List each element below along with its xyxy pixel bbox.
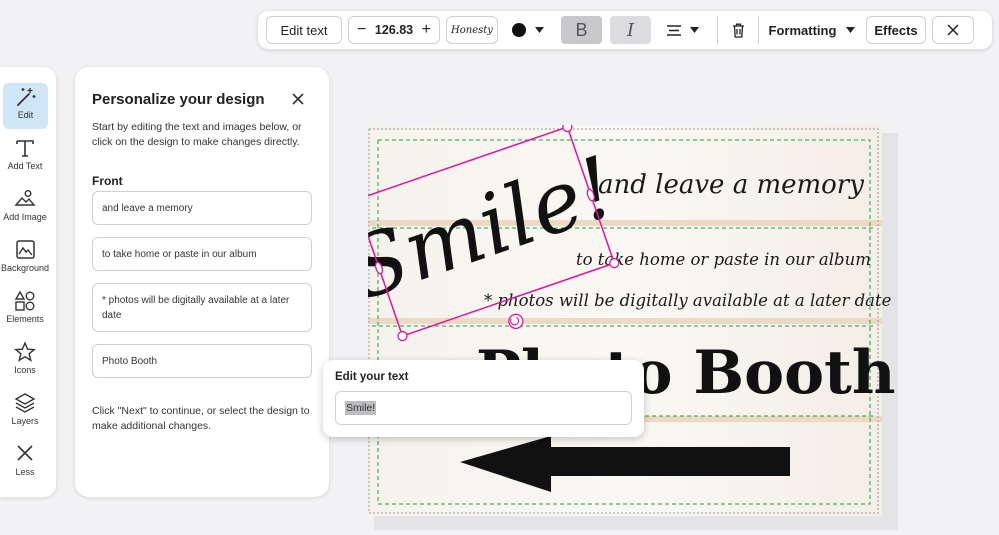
text-field-take-home[interactable]: to take home or paste in our album [92,237,312,271]
chevron-down-icon [690,27,699,33]
close-icon[interactable] [290,91,306,107]
sidebar-item-less[interactable]: Less [0,440,50,486]
formatting-label: Formatting [768,22,837,38]
sidebar-item-edit[interactable]: Edit [3,83,48,129]
sidebar-item-add-text[interactable]: Add Text [0,134,50,180]
popover-label: Edit your text [335,371,409,383]
shapes-icon [14,291,35,311]
image-add-icon [14,190,36,206]
sidebar-item-background[interactable]: Background [0,236,50,282]
edit-text-label: Edit text [280,22,328,38]
text-icon [16,140,34,157]
panel-intro: Start by editing the text and images bel… [92,121,302,148]
sidebar-item-label: Add Image [3,212,47,222]
increase-font-size-icon[interactable]: + [422,22,431,38]
background-icon [16,240,35,259]
tool-sidebar: Edit Add Text Add Image Background Eleme… [0,67,56,497]
section-heading-front: Front [92,174,123,188]
trash-icon [732,23,744,38]
magic-wand-icon [16,88,35,106]
sidebar-item-label: Icons [14,365,36,375]
font-size-value[interactable]: 126.83 [375,23,413,37]
selected-text-value[interactable]: Smile! [345,401,377,415]
effects-label: Effects [874,22,918,38]
panel-footer-hint: Click "Next" to continue, or select the … [92,405,310,432]
design-canvas[interactable]: and leave a memory to take home or paste… [336,121,898,530]
effects-button[interactable]: Effects [866,16,926,44]
design-text-take-home[interactable]: to take home or paste in our album [576,250,871,269]
italic-label: I [626,19,635,41]
font-family-button[interactable]: Honesty [446,16,498,44]
sidebar-item-label: Less [15,467,35,477]
panel-title: Personalize your design [92,91,265,108]
color-swatch [512,23,526,37]
star-icon [14,342,36,362]
text-field-photos-available[interactable]: * photos will be digitally available at … [92,283,312,332]
decrease-font-size-icon[interactable]: − [357,22,366,38]
text-field-photo-booth[interactable]: Photo Booth [92,344,312,378]
edit-text-popover: Edit your text Smile! [323,360,644,437]
text-align-dropdown[interactable] [660,16,706,44]
design-text-leave-memory[interactable]: and leave a memory [598,170,864,200]
sidebar-item-label: Edit [17,110,34,120]
font-size-stepper[interactable]: − 126.83 + [348,16,440,44]
personalize-panel: Personalize your design Start by editing… [75,67,329,497]
close-icon [947,24,959,36]
delete-button[interactable] [723,16,753,44]
sidebar-item-icons[interactable]: Icons [0,338,50,384]
italic-button[interactable]: I [610,16,651,44]
sidebar-item-layers[interactable]: Layers [0,389,50,435]
sidebar-item-label: Background [0,263,50,273]
layers-icon [14,393,36,413]
sidebar-item-add-image[interactable]: Add Image [0,185,50,231]
formatting-dropdown[interactable]: Formatting [766,16,858,44]
text-toolbar: Edit text − 126.83 + Honesty B I Formatt… [258,11,992,49]
bold-button[interactable]: B [561,16,602,44]
design-text-photos-available[interactable]: * photos will be digitally available at … [484,291,892,310]
design-artboard[interactable]: and leave a memory to take home or paste… [336,121,898,530]
text-field-and-leave-a-memory[interactable]: and leave a memory [92,191,312,225]
close-toolbar-button[interactable] [932,16,974,44]
sidebar-item-label: Layers [11,416,39,426]
align-center-icon [667,24,681,36]
text-color-picker[interactable] [508,16,548,44]
chevron-down-icon [535,27,544,33]
edit-text-input[interactable]: Smile! [335,391,632,425]
sidebar-item-label: Elements [6,314,44,324]
sidebar-item-label: Add Text [7,161,43,171]
bold-label: B [575,19,588,40]
close-icon [17,445,33,461]
edit-text-button[interactable]: Edit text [266,16,342,44]
chevron-down-icon [846,27,856,33]
divider [758,16,759,44]
font-name: Honesty [451,24,493,36]
divider [717,16,718,44]
sidebar-item-elements[interactable]: Elements [0,287,50,333]
